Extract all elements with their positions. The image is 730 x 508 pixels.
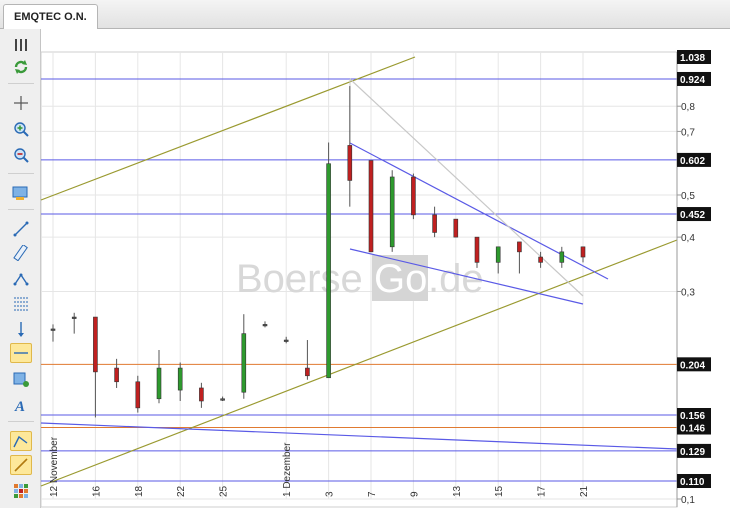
y-tick-label: 0,4 (681, 233, 695, 244)
price-label: 0.146 (677, 420, 711, 435)
y-tick-label: 0,7 (681, 127, 695, 138)
price-label-text: 0.156 (680, 411, 705, 422)
candle-body (495, 246, 501, 263)
price-label-text: 0.602 (680, 156, 705, 167)
candle-body (389, 176, 395, 248)
candle (411, 173, 416, 220)
price-label: 0.204 (677, 357, 711, 372)
y-tick-label: 0,8 (681, 102, 695, 113)
price-labels: 1.038 0.924 0.602 0.452 0.204 0.156 0.146 0.129… (677, 50, 711, 488)
candle-body (474, 236, 480, 263)
candle-body (580, 246, 586, 258)
x-tick-label: 21 (579, 485, 590, 497)
x-tick-label: 15 (494, 485, 505, 497)
price-label-text: 0.452 (680, 210, 705, 221)
candle-body (50, 328, 56, 331)
candle-body (305, 367, 310, 377)
candle (389, 170, 395, 252)
watermark-mid: Go (374, 257, 427, 301)
x-tick-label: 7 (367, 491, 378, 497)
candle (326, 142, 331, 379)
x-tick-label: 18 (134, 485, 145, 497)
watermark-text: Boerse (236, 257, 363, 301)
y-axis: 0,1 0,3 0,4 0,5 0,7 0,8 (676, 52, 695, 507)
price-label-text: 0.924 (680, 75, 705, 86)
candle-body (156, 367, 162, 400)
x-tick-label: 16 (91, 485, 102, 497)
x-tick-label: 1 Dezember (282, 442, 293, 497)
candle-body (326, 163, 331, 379)
y-tick-label: 0,3 (681, 287, 695, 298)
candle-body (199, 387, 204, 402)
price-label-text: 0.204 (680, 360, 705, 371)
candle-body (347, 145, 353, 181)
price-label: 0.602 (677, 152, 711, 167)
candle-body (538, 256, 543, 263)
price-label-text: 0.110 (680, 477, 705, 488)
price-label: 0.924 (677, 71, 711, 86)
watermark: Boerse Go .de (236, 255, 484, 301)
candle-body (283, 339, 289, 342)
candle-body (262, 324, 268, 327)
candle-body (517, 241, 522, 253)
price-label: 0.452 (677, 207, 711, 222)
x-tick-label: 12 November (49, 436, 60, 497)
y-tick-label: 0,1 (681, 495, 695, 506)
candle (453, 218, 459, 238)
candle-body (177, 367, 183, 391)
price-label: 0.129 (677, 443, 711, 458)
y-tick-label: 0,5 (681, 191, 695, 202)
x-tick-label: 13 (452, 485, 463, 497)
candle-body (432, 214, 437, 233)
x-tick-label: 22 (176, 485, 187, 497)
candle-body (71, 316, 77, 319)
price-chart[interactable]: Boerse Go .de 0,1 0,3 0,4 0,5 0,7 0,8 12 Nove… (0, 0, 730, 508)
candle-body (220, 398, 225, 401)
x-tick-label: 17 (537, 485, 548, 497)
x-tick-label: 3 (325, 491, 336, 497)
candle-body (93, 316, 98, 373)
candle-body (135, 381, 141, 409)
price-label: 1.038 (677, 50, 711, 64)
x-tick-label: 25 (219, 485, 230, 497)
candle-body (411, 176, 416, 216)
price-label-text: 0.129 (680, 447, 705, 458)
price-label-text: 0.146 (680, 424, 705, 435)
candle-body (368, 160, 374, 253)
candle-body (559, 251, 565, 263)
candle (368, 160, 374, 253)
price-label: 0.110 (677, 473, 711, 488)
candle-body (114, 367, 119, 383)
candle-body (453, 218, 459, 238)
price-label-text: 1.038 (680, 53, 705, 64)
x-tick-label: 9 (409, 491, 420, 497)
price-label: 0.156 (677, 407, 711, 422)
candle-body (241, 333, 247, 393)
